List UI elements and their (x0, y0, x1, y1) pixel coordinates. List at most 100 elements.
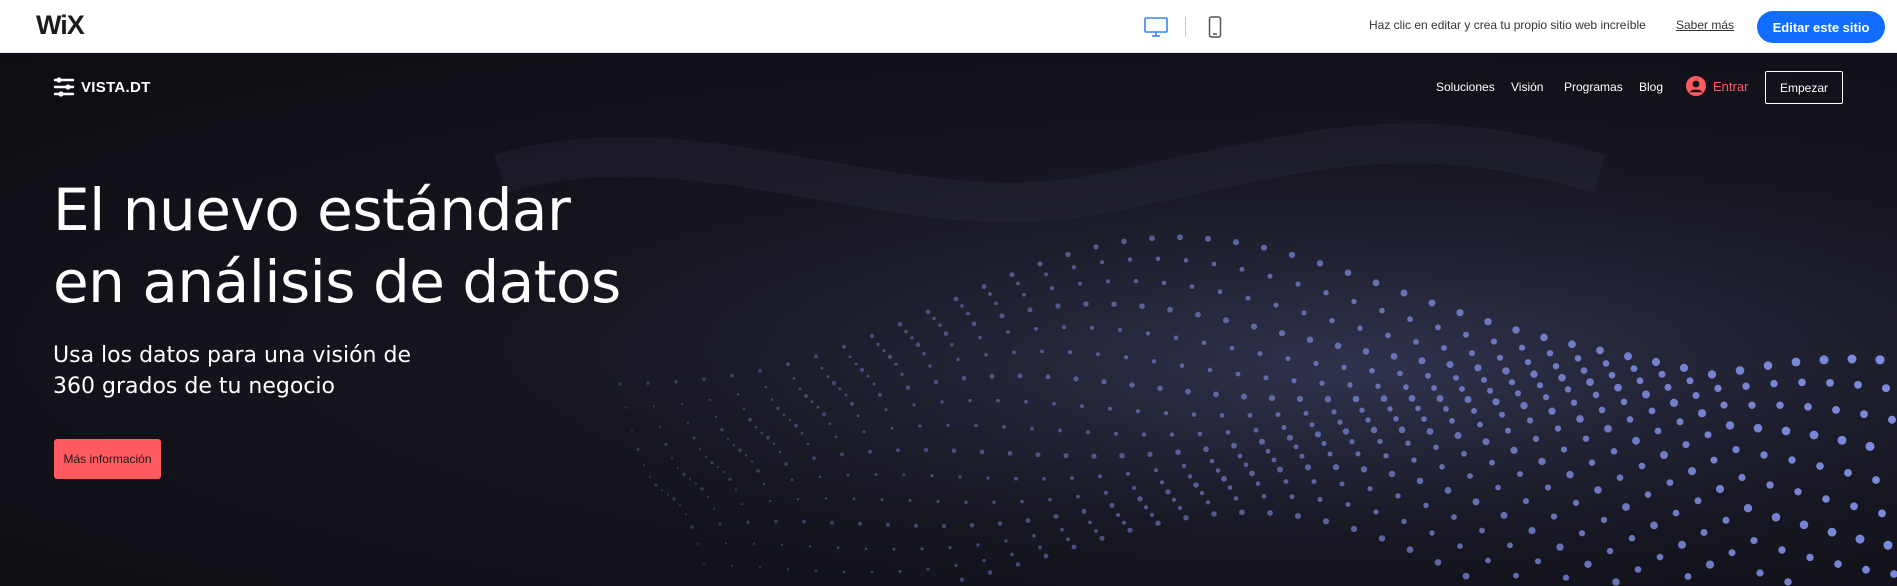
wave-dot (1495, 484, 1501, 491)
edit-site-button[interactable]: Editar este sitio (1757, 11, 1885, 43)
wave-dot (1357, 325, 1363, 331)
wave-dot (1426, 428, 1434, 435)
wave-dot (1451, 514, 1457, 520)
wave-dot (1117, 327, 1123, 333)
wave-dot (1022, 292, 1026, 297)
nav-programas[interactable]: Programas (1564, 80, 1623, 94)
wave-dot (1776, 401, 1784, 409)
wave-dot (938, 323, 942, 327)
site-logo[interactable]: VISTA.DT (53, 76, 151, 98)
wave-dot (1700, 529, 1708, 536)
wave-dot (854, 362, 858, 366)
wave-dot (905, 385, 911, 390)
wave-dot (885, 522, 891, 527)
wave-dot (661, 489, 663, 492)
wave-dot (1107, 406, 1113, 411)
wave-dot (940, 400, 944, 404)
wave-dot (1286, 434, 1294, 441)
wave-dot (1199, 490, 1205, 496)
wave-dot (1299, 453, 1305, 459)
wave-dot (1324, 396, 1332, 403)
wave-dot (1175, 449, 1181, 456)
wave-dot (1113, 431, 1119, 436)
wave-dot (961, 376, 967, 381)
wave-dot (1725, 421, 1735, 430)
wave-dot (685, 513, 687, 516)
wave-dot (1157, 385, 1163, 392)
wave-dot (966, 311, 970, 316)
desktop-view-button[interactable] (1141, 13, 1171, 41)
wave-dot (686, 421, 690, 424)
wave-dot (959, 577, 965, 582)
wave-dot (824, 497, 828, 500)
wave-dot (1732, 446, 1740, 454)
wave-dot (1091, 453, 1097, 459)
wave-dot (830, 520, 834, 525)
wave-dot (1630, 365, 1638, 372)
wave-dot (1301, 310, 1307, 316)
nav-blog[interactable]: Blog (1639, 80, 1663, 94)
wave-dot (728, 477, 732, 481)
nav-soluciones[interactable]: Soluciones (1436, 80, 1495, 94)
wave-dot (1532, 435, 1540, 442)
wave-dot (1351, 298, 1357, 305)
wave-dot (697, 542, 699, 545)
wave-dot (1523, 498, 1529, 505)
wave-dot (1065, 251, 1071, 258)
wave-dot (864, 547, 868, 551)
wave-dot (1043, 553, 1049, 559)
wave-dot (1147, 451, 1153, 458)
wave-dot (1288, 251, 1296, 259)
mobile-view-button[interactable] (1200, 13, 1230, 41)
wave-dot (1406, 546, 1414, 553)
wave-dot (870, 570, 874, 574)
wave-dot (1076, 494, 1080, 499)
wave-dot (831, 381, 837, 386)
wave-dot (872, 382, 876, 386)
wave-dot (726, 437, 730, 440)
start-button[interactable]: Empezar (1765, 71, 1843, 104)
wave-dot (1735, 366, 1745, 375)
wave-dot (1319, 380, 1325, 386)
hero-subheading: Usa los datos para una visión de 360 gra… (53, 340, 411, 402)
wave-dot (720, 427, 724, 432)
more-info-button[interactable]: Más información (54, 439, 161, 479)
wave-dot (1449, 417, 1455, 424)
wave-dot (1104, 490, 1108, 495)
wave-dot (776, 406, 780, 411)
wave-dot (964, 500, 968, 504)
wave-dot (730, 373, 734, 378)
wave-dot (1760, 451, 1768, 459)
wave-dot (702, 377, 706, 382)
wave-dot (1446, 361, 1454, 368)
sliders-icon (53, 77, 75, 97)
login-button[interactable]: Entrar (1686, 76, 1748, 96)
wave-dot (1508, 379, 1516, 386)
wave-dot (1822, 495, 1830, 503)
wave-dot (698, 448, 702, 451)
wave-dot (1265, 448, 1271, 454)
wave-dot (1215, 468, 1221, 473)
learn-more-link[interactable]: Saber más (1676, 18, 1734, 32)
wave-dot (1303, 410, 1309, 416)
wave-dot (1169, 432, 1175, 437)
wave-dot (1457, 543, 1463, 549)
wix-logo[interactable]: WiX (36, 10, 85, 41)
wave-dot (1482, 438, 1490, 446)
wave-dot (780, 543, 784, 547)
wave-dot (1594, 486, 1602, 494)
wave-dot (636, 447, 640, 451)
wave-dot (1002, 425, 1006, 429)
nav-vision[interactable]: Visión (1511, 80, 1543, 94)
wave-dot (1666, 479, 1674, 486)
wave-dot (1261, 494, 1267, 499)
wave-dot (736, 393, 740, 396)
wave-dot (1715, 484, 1725, 494)
wave-dot (1624, 352, 1632, 361)
wave-dot (925, 309, 931, 315)
wave-dot (887, 354, 893, 360)
wave-dot (1684, 573, 1692, 580)
wave-dot (1512, 326, 1520, 334)
wave-dot (1352, 395, 1360, 403)
device-toggle (1141, 13, 1230, 41)
